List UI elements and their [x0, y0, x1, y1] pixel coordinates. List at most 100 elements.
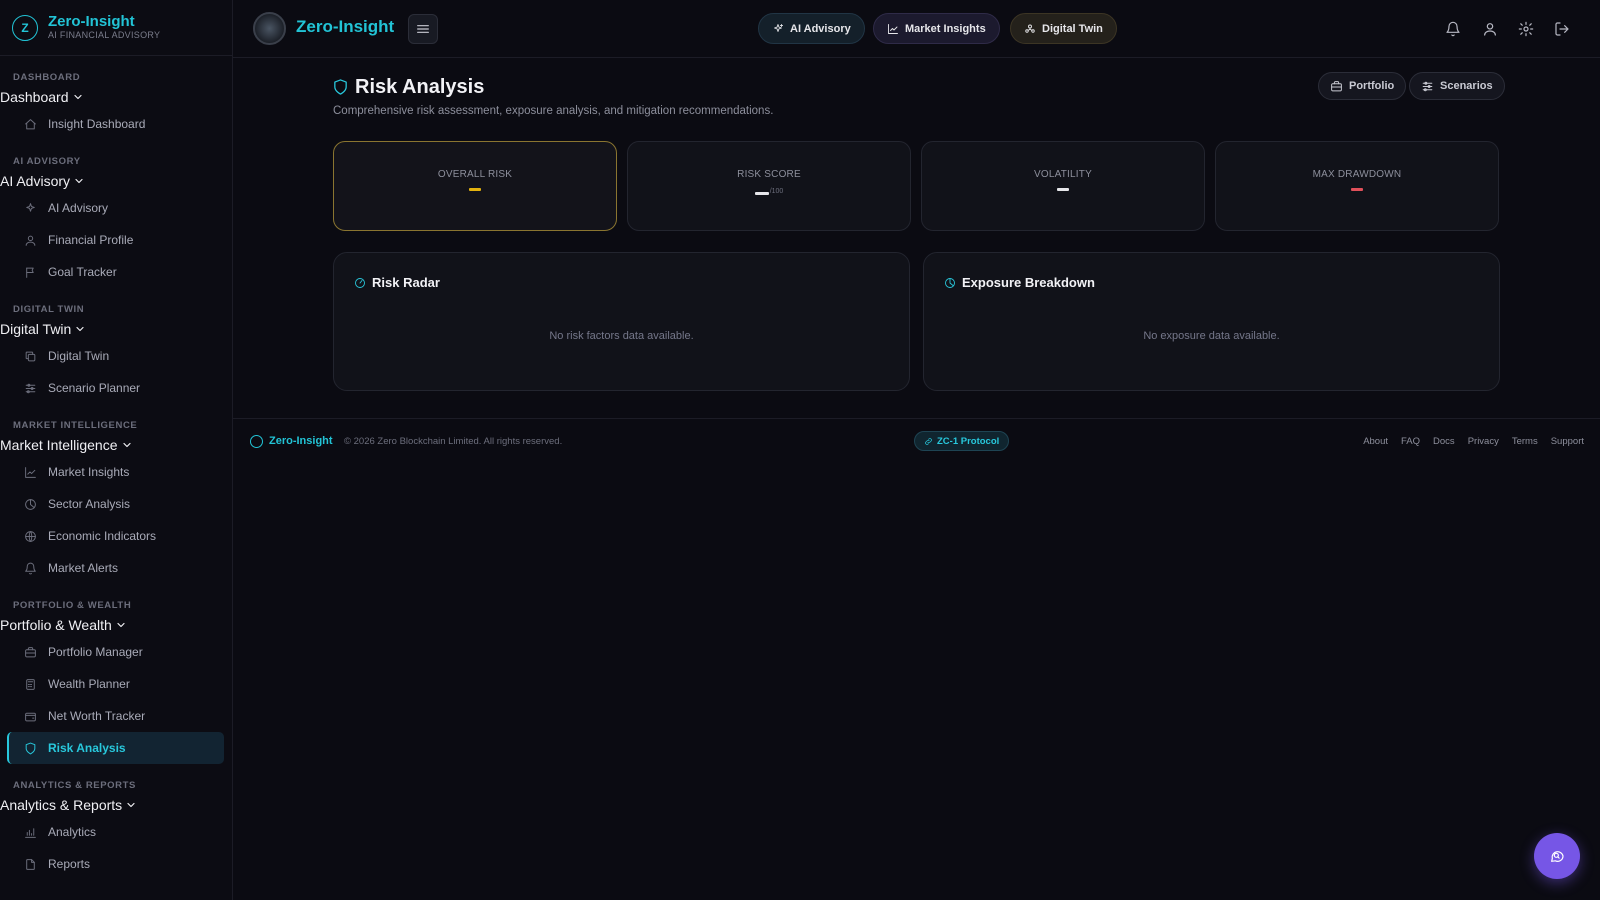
chevron-down-icon [74, 323, 86, 335]
portfolio-button[interactable]: Portfolio [1318, 72, 1407, 100]
copy-icon [24, 350, 37, 363]
footer-link-about[interactable]: About [1363, 436, 1388, 447]
sidebar-item-portfolio-manager[interactable]: Portfolio Manager [0, 636, 224, 668]
flag-icon [24, 266, 37, 279]
sidebar-item-label: Market Alerts [48, 561, 119, 575]
menu-toggle-button[interactable] [408, 14, 438, 44]
chat-button[interactable] [1534, 833, 1580, 879]
sidebar-item-market-insights[interactable]: Market Insights [0, 456, 224, 488]
sliders-icon [24, 382, 37, 395]
panel-title: Exposure Breakdown [962, 275, 1095, 290]
chevron-down-icon [72, 91, 84, 103]
stat-value-placeholder [754, 192, 769, 195]
footer-link-faq[interactable]: FAQ [1401, 436, 1420, 447]
footer-link-docs[interactable]: Docs [1433, 436, 1455, 447]
nav-pill-market-insights[interactable]: Market Insights [873, 13, 1000, 44]
sidebar-section: AI ADVISORY AI Advisory AI Advisory Financi… [0, 140, 232, 288]
sidebar-item-scenario-planner[interactable]: Scenario Planner [0, 372, 224, 404]
users-icon [1024, 23, 1036, 35]
empty-state-text: No risk factors data available. [549, 330, 694, 342]
sidebar-group-toggle[interactable]: AI Advisory [0, 170, 232, 192]
nav-pill-ai-advisory[interactable]: AI Advisory [758, 13, 865, 44]
sidebar-item-label: AI Advisory [48, 201, 109, 215]
top-bar: Zero-Insight AI Advisory Market Insights… [233, 0, 1600, 58]
footer-brand[interactable]: Zero-Insight [269, 435, 333, 447]
sidebar-group-toggle[interactable]: Digital Twin [0, 318, 232, 340]
hamburger-icon [415, 21, 431, 37]
bell-icon[interactable] [1445, 21, 1461, 37]
sidebar-item-net-worth-tracker[interactable]: Net Worth Tracker [0, 700, 224, 732]
stat-unit: /100 [769, 188, 784, 195]
footer-link-privacy[interactable]: Privacy [1468, 436, 1499, 447]
gear-icon[interactable] [1518, 21, 1534, 37]
empty-state-text: No exposure data available. [1143, 330, 1280, 342]
sidebar-group-toggle[interactable]: Market Intelligence [0, 434, 232, 456]
footer-link-terms[interactable]: Terms [1512, 436, 1538, 447]
user-icon[interactable] [1482, 21, 1498, 37]
pie-icon [944, 277, 956, 289]
sidebar-group-toggle[interactable]: Portfolio & Wealth [0, 614, 232, 636]
exposure-breakdown-panel: Exposure Breakdown No exposure data avai… [923, 252, 1500, 391]
sidebar-item-label: Reports [48, 857, 91, 871]
stat-value: /100 [628, 188, 910, 195]
nav-pill-label: Market Insights [905, 22, 986, 35]
shield-icon [332, 78, 349, 96]
sidebar-item-label: Wealth Planner [48, 677, 130, 691]
sidebar-item-economic-indicators[interactable]: Economic Indicators [0, 520, 224, 552]
scenarios-button[interactable]: Scenarios [1409, 72, 1505, 100]
sidebar-item-sector-analysis[interactable]: Sector Analysis [0, 488, 224, 520]
sidebar-section: DASHBOARD Dashboard Insight Dashboard [0, 56, 232, 140]
footer-copyright: © 2026 Zero Blockchain Limited. All righ… [344, 436, 563, 447]
sidebar-section: MARKET INTELLIGENCE Market Intelligence Ma… [0, 404, 232, 584]
chevron-down-icon [121, 439, 133, 451]
bar-chart-icon [24, 826, 37, 839]
sidebar-item-ai-advisory[interactable]: AI Advisory [0, 192, 224, 224]
sidebar-section: ANALYTICS & REPORTS Analytics & Reports An… [0, 764, 232, 880]
sidebar-section-label: DASHBOARD [13, 72, 81, 83]
sidebar-item-label: Net Worth Tracker [48, 709, 146, 723]
brand-logo: Z [12, 14, 38, 41]
sidebar-item-financial-profile[interactable]: Financial Profile [0, 224, 224, 256]
stat-label: MAX DRAWDOWN [1312, 169, 1402, 180]
stat-value [922, 188, 1204, 191]
stat-label: OVERALL RISK [437, 169, 513, 180]
sidebar-group-toggle[interactable]: Analytics & Reports [0, 794, 232, 816]
gauge-icon [354, 277, 366, 289]
sidebar-item-goal-tracker[interactable]: Goal Tracker [0, 256, 224, 288]
globe-icon [24, 530, 37, 543]
sidebar-item-label: Market Insights [48, 465, 130, 479]
stat-label: VOLATILITY [1034, 169, 1092, 180]
chevron-down-icon [125, 799, 137, 811]
sidebar-group-label: AI Advisory [0, 173, 71, 189]
sidebar-item-analytics[interactable]: Analytics [0, 816, 224, 848]
scenarios-button-label: Scenarios [1440, 80, 1493, 92]
shield-icon [24, 742, 37, 755]
sidebar-item-label: Analytics [48, 825, 97, 839]
chat-icon [1549, 848, 1565, 864]
pie-icon [24, 498, 37, 511]
nav-pill-label: Digital Twin [1042, 22, 1103, 35]
sidebar-brand[interactable]: Z Zero-Insight AI FINANCIAL ADVISORY [0, 0, 232, 56]
sidebar-item-digital-twin[interactable]: Digital Twin [0, 340, 224, 372]
app-logo[interactable] [253, 12, 286, 45]
sidebar-item-label: Sector Analysis [48, 497, 131, 511]
sidebar-item-wealth-planner[interactable]: Wealth Planner [0, 668, 224, 700]
chart-line-icon [24, 466, 37, 479]
sidebar-item-reports[interactable]: Reports [0, 848, 224, 880]
nav-pill-digital-twin[interactable]: Digital Twin [1010, 13, 1117, 44]
sidebar-item-risk-analysis[interactable]: Risk Analysis [7, 732, 224, 764]
protocol-badge[interactable]: ZC-1 Protocol [914, 431, 1010, 451]
sidebar-group-label: Analytics & Reports [0, 797, 123, 813]
sidebar-item-label: Economic Indicators [48, 529, 157, 543]
sparkles-icon [24, 202, 37, 215]
sidebar-group-label: Portfolio & Wealth [0, 617, 112, 633]
sidebar-item-market-alerts[interactable]: Market Alerts [0, 552, 224, 584]
app-title[interactable]: Zero-Insight [296, 17, 394, 37]
stat-value [1216, 188, 1498, 191]
sidebar-group-toggle[interactable]: Dashboard [0, 86, 232, 108]
stat-value-placeholder [1057, 188, 1069, 191]
logout-icon[interactable] [1554, 21, 1570, 37]
sidebar-item-insight-dashboard[interactable]: Insight Dashboard [0, 108, 224, 140]
stat-card-volatility: VOLATILITY [921, 141, 1205, 231]
footer-link-support[interactable]: Support [1551, 436, 1584, 447]
